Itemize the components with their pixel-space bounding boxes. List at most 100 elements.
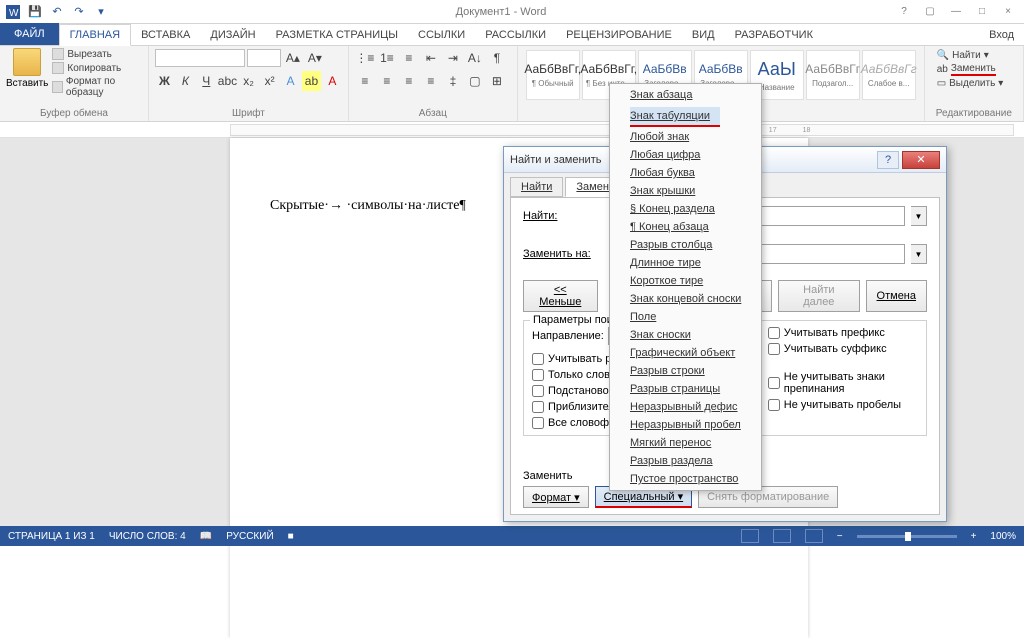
- zoom-thumb[interactable]: [905, 532, 911, 541]
- superscript-button[interactable]: x²: [260, 71, 279, 91]
- font-color-button[interactable]: A: [323, 71, 342, 91]
- grow-font-icon[interactable]: A▴: [283, 48, 303, 68]
- ctx-tab-character[interactable]: Знак табуляции: [630, 107, 720, 127]
- ctx-line-break[interactable]: Разрыв строки: [610, 362, 761, 380]
- replace-button[interactable]: ab Заменить: [937, 63, 1011, 76]
- ctx-graphic[interactable]: Графический объект: [610, 344, 761, 362]
- ctx-paragraph-end[interactable]: ¶ Конец абзаца: [610, 218, 761, 236]
- less-button[interactable]: << Меньше: [523, 280, 598, 312]
- view-read-icon[interactable]: [741, 529, 759, 543]
- shading-button[interactable]: ▢: [465, 71, 485, 91]
- justify-button[interactable]: ≡: [421, 71, 441, 91]
- developer-tab[interactable]: РАЗРАБОТЧИК: [725, 25, 823, 45]
- highlight-button[interactable]: ab: [302, 71, 321, 91]
- help-icon[interactable]: ?: [892, 3, 916, 21]
- style-normal[interactable]: АаБбВвГг,¶ Обычный: [526, 50, 580, 100]
- select-button[interactable]: ▭ Выделить ▾: [937, 78, 1011, 89]
- zoom-slider[interactable]: [857, 535, 957, 538]
- ctx-caret[interactable]: Знак крышки: [610, 182, 761, 200]
- minimize-icon[interactable]: —: [944, 3, 968, 21]
- references-tab[interactable]: ССЫЛКИ: [408, 25, 475, 45]
- ignore-spaces-checkbox[interactable]: Не учитывать пробелы: [768, 399, 918, 411]
- strikethrough-button[interactable]: abc: [218, 71, 237, 91]
- mailings-tab[interactable]: РАССЫЛКИ: [475, 25, 556, 45]
- status-language[interactable]: РУССКИЙ: [226, 531, 273, 542]
- design-tab[interactable]: ДИЗАЙН: [200, 25, 265, 45]
- ctx-section-end[interactable]: § Конец раздела: [610, 200, 761, 218]
- ctx-section-break[interactable]: Разрыв раздела: [610, 452, 761, 470]
- ctx-nonbreak-hyphen[interactable]: Неразрывный дефис: [610, 398, 761, 416]
- multilevel-button[interactable]: ≡: [399, 48, 419, 68]
- ctx-any-letter[interactable]: Любая буква: [610, 164, 761, 182]
- qat-customize-icon[interactable]: ▾: [92, 3, 110, 21]
- ctx-optional-hyphen[interactable]: Мягкий перенос: [610, 434, 761, 452]
- dialog-close-icon[interactable]: ✕: [902, 151, 940, 169]
- zoom-in-icon[interactable]: +: [971, 531, 977, 542]
- maximize-icon[interactable]: □: [970, 3, 994, 21]
- increase-indent-button[interactable]: ⇥: [443, 48, 463, 68]
- paste-button[interactable]: Вставить: [6, 48, 48, 98]
- numbering-button[interactable]: 1≡: [377, 48, 397, 68]
- status-proofing-icon[interactable]: 📖: [200, 531, 212, 542]
- align-right-button[interactable]: ≡: [399, 71, 419, 91]
- view-tab[interactable]: ВИД: [682, 25, 725, 45]
- line-spacing-button[interactable]: ‡: [443, 71, 463, 91]
- status-words[interactable]: ЧИСЛО СЛОВ: 4: [109, 531, 186, 542]
- show-marks-button[interactable]: ¶: [487, 48, 507, 68]
- view-web-icon[interactable]: [805, 529, 823, 543]
- zoom-out-icon[interactable]: −: [837, 531, 843, 542]
- file-tab[interactable]: ФАЙЛ: [0, 23, 59, 45]
- find-button[interactable]: 🔍 Найти ▾: [937, 50, 1011, 61]
- sign-in-link[interactable]: Вход: [979, 25, 1024, 45]
- ctx-column-break[interactable]: Разрыв столбца: [610, 236, 761, 254]
- replace-dropdown-icon[interactable]: ▼: [911, 244, 927, 264]
- copy-button[interactable]: Копировать: [52, 62, 142, 74]
- style-subtle[interactable]: АаБбВвГгСлабое в...: [862, 50, 916, 100]
- prefix-checkbox[interactable]: Учитывать префикс: [768, 327, 918, 339]
- cut-button[interactable]: Вырезать: [52, 48, 142, 60]
- ctx-paragraph-mark[interactable]: Знак абзаца: [610, 86, 761, 104]
- close-icon[interactable]: ×: [996, 3, 1020, 21]
- ctx-white-space[interactable]: Пустое пространство: [610, 470, 761, 488]
- ctx-any-char[interactable]: Любой знак: [610, 128, 761, 146]
- zoom-value[interactable]: 100%: [990, 531, 1016, 542]
- font-family-select[interactable]: [155, 49, 245, 67]
- ctx-en-dash[interactable]: Короткое тире: [610, 272, 761, 290]
- ctx-endnote-mark[interactable]: Знак концевой сноски: [610, 290, 761, 308]
- format-button[interactable]: Формат ▾: [523, 486, 589, 508]
- bold-button[interactable]: Ж: [155, 71, 174, 91]
- suffix-checkbox[interactable]: Учитывать суффикс: [768, 343, 918, 355]
- decrease-indent-button[interactable]: ⇤: [421, 48, 441, 68]
- italic-button[interactable]: К: [176, 71, 195, 91]
- status-macro-icon[interactable]: ■: [288, 531, 294, 542]
- redo-icon[interactable]: ↷: [70, 3, 88, 21]
- cancel-button[interactable]: Отмена: [866, 280, 927, 312]
- save-icon[interactable]: 💾: [26, 3, 44, 21]
- align-center-button[interactable]: ≡: [377, 71, 397, 91]
- font-size-select[interactable]: [247, 49, 281, 67]
- layout-tab[interactable]: РАЗМЕТКА СТРАНИЦЫ: [266, 25, 408, 45]
- align-left-button[interactable]: ≡: [355, 71, 375, 91]
- review-tab[interactable]: РЕЦЕНЗИРОВАНИЕ: [556, 25, 682, 45]
- dialog-tab-find[interactable]: Найти: [510, 177, 563, 197]
- borders-button[interactable]: ⊞: [487, 71, 507, 91]
- view-print-icon[interactable]: [773, 529, 791, 543]
- status-page[interactable]: СТРАНИЦА 1 ИЗ 1: [8, 531, 95, 542]
- subscript-button[interactable]: x₂: [239, 71, 258, 91]
- dialog-help-icon[interactable]: ?: [877, 151, 899, 169]
- sort-button[interactable]: A↓: [465, 48, 485, 68]
- ctx-field[interactable]: Поле: [610, 308, 761, 326]
- ignore-punct-checkbox[interactable]: Не учитывать знаки препинания: [768, 371, 918, 395]
- ctx-any-digit[interactable]: Любая цифра: [610, 146, 761, 164]
- style-subtitle[interactable]: АаБбВвГгПодзагол...: [806, 50, 860, 100]
- undo-icon[interactable]: ↶: [48, 3, 66, 21]
- find-next-button[interactable]: Найти далее: [778, 280, 859, 312]
- ctx-nonbreak-space[interactable]: Неразрывный пробел: [610, 416, 761, 434]
- bullets-button[interactable]: ⋮≡: [355, 48, 375, 68]
- ctx-footnote-mark[interactable]: Знак сноски: [610, 326, 761, 344]
- ctx-page-break[interactable]: Разрыв страницы: [610, 380, 761, 398]
- text-effects-button[interactable]: A: [281, 71, 300, 91]
- shrink-font-icon[interactable]: A▾: [305, 48, 325, 68]
- format-painter-button[interactable]: Формат по образцу: [52, 76, 142, 98]
- ctx-em-dash[interactable]: Длинное тире: [610, 254, 761, 272]
